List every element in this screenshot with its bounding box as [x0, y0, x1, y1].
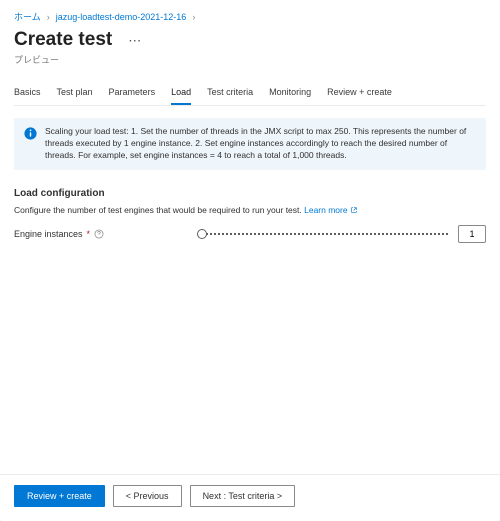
- learn-more-link[interactable]: Learn more: [304, 205, 358, 215]
- info-box: Scaling your load test: 1. Set the numbe…: [14, 118, 486, 170]
- breadcrumb-resource[interactable]: jazug-loadtest-demo-2021-12-16: [56, 12, 187, 22]
- required-indicator: *: [87, 229, 91, 239]
- tab-review-create[interactable]: Review + create: [327, 82, 392, 105]
- help-circle-icon[interactable]: [94, 229, 104, 239]
- tab-basics[interactable]: Basics: [14, 82, 41, 105]
- section-desc-text: Configure the number of test engines tha…: [14, 205, 304, 215]
- tabs: Basics Test plan Parameters Load Test cr…: [14, 82, 486, 106]
- section-title: Load configuration: [14, 188, 486, 199]
- info-text: Scaling your load test: 1. Set the numbe…: [45, 126, 476, 162]
- more-icon[interactable]: ⋯: [124, 34, 145, 47]
- tab-parameters[interactable]: Parameters: [109, 82, 156, 105]
- tab-load[interactable]: Load: [171, 82, 191, 105]
- chevron-right-icon: ›: [47, 12, 50, 22]
- previous-button[interactable]: < Previous: [113, 485, 182, 507]
- engine-instances-field: Engine instances *: [14, 225, 486, 243]
- breadcrumb: ホーム › jazug-loadtest-demo-2021-12-16 ›: [14, 10, 486, 23]
- engine-instances-label: Engine instances: [14, 229, 83, 239]
- engine-instances-input[interactable]: [458, 225, 486, 243]
- tab-test-plan[interactable]: Test plan: [57, 82, 93, 105]
- info-icon: [24, 127, 37, 140]
- slider-thumb[interactable]: [197, 229, 207, 239]
- next-button[interactable]: Next : Test criteria >: [190, 485, 296, 507]
- breadcrumb-home[interactable]: ホーム: [14, 10, 41, 23]
- page-title: Create test: [14, 29, 112, 51]
- tab-test-criteria[interactable]: Test criteria: [207, 82, 253, 105]
- page-subtitle: プレビュー: [14, 53, 486, 66]
- external-link-icon: [350, 206, 358, 214]
- review-create-button[interactable]: Review + create: [14, 485, 105, 507]
- engine-instances-slider[interactable]: [202, 233, 448, 235]
- tab-monitoring[interactable]: Monitoring: [269, 82, 311, 105]
- section-desc: Configure the number of test engines tha…: [14, 205, 486, 215]
- chevron-right-icon: ›: [192, 12, 195, 22]
- footer: Review + create < Previous Next : Test c…: [0, 474, 500, 521]
